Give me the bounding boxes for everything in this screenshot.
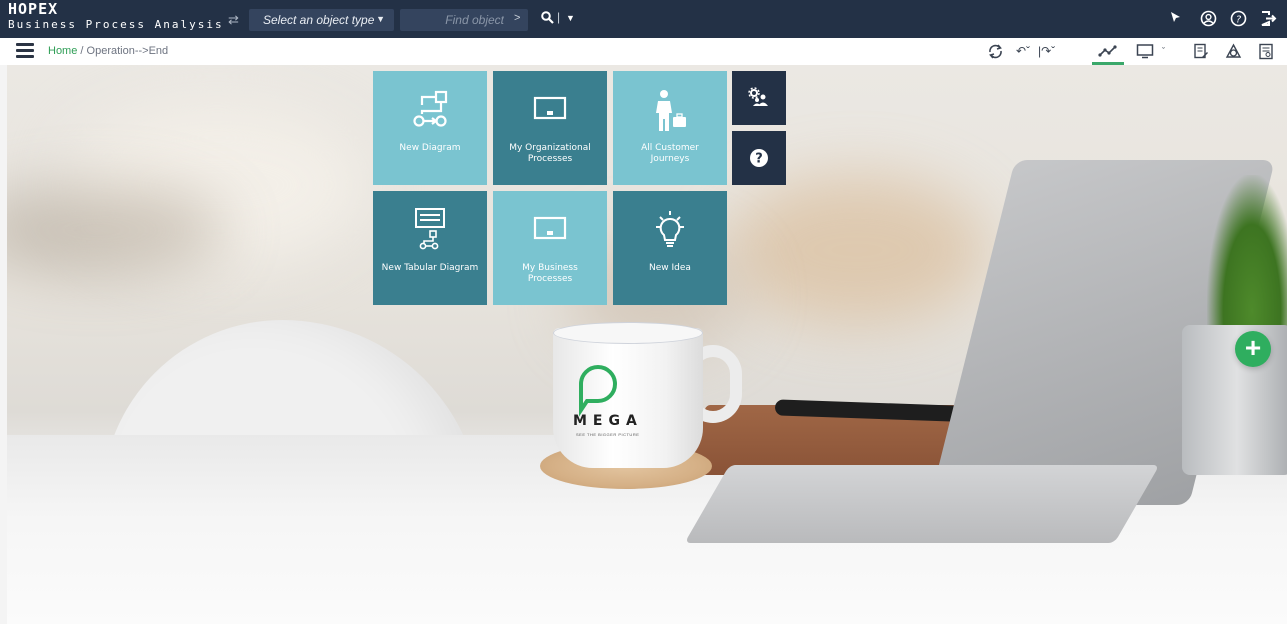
mug-brand-text: MEGA xyxy=(573,413,643,429)
help-tile[interactable]: ? xyxy=(732,131,786,185)
person-briefcase-icon xyxy=(656,90,686,131)
breadcrumb-separator: / xyxy=(80,45,84,57)
undo-icon[interactable]: ↶ˇ xyxy=(1016,44,1030,58)
chevron-down-icon: ▼ xyxy=(376,14,385,24)
redo-icon[interactable]: |↷ˇ xyxy=(1038,44,1055,58)
user-account-icon[interactable] xyxy=(1200,10,1217,32)
plant xyxy=(1207,175,1287,345)
tile-new-idea[interactable]: New Idea xyxy=(613,191,727,305)
chevron-down-icon[interactable]: ˇ xyxy=(1162,46,1165,56)
activity-chart-icon[interactable] xyxy=(1098,44,1118,61)
tile-my-organizational-processes[interactable]: My Organizational Processes xyxy=(493,71,607,185)
swap-icon[interactable]: ⇄ xyxy=(228,12,239,28)
tile-my-business-processes[interactable]: My Business Processes xyxy=(493,191,607,305)
shapes-icon[interactable] xyxy=(1225,43,1242,63)
object-type-label: Select an object type xyxy=(263,13,375,27)
tile-new-tabular-diagram[interactable]: New Tabular Diagram xyxy=(373,191,487,305)
monitor-icon xyxy=(533,96,567,120)
tile-label: My Business Processes xyxy=(522,263,578,284)
mug-tagline: SEE THE BIGGER PICTURE xyxy=(576,432,640,437)
settings-users-tile[interactable] xyxy=(732,71,786,125)
tile-label: New Diagram xyxy=(399,143,461,153)
help-icon: ? xyxy=(750,149,768,167)
refresh-icon[interactable] xyxy=(987,43,1004,63)
svg-text:?: ? xyxy=(1236,15,1242,26)
lightbulb-icon xyxy=(656,211,684,247)
monitor-icon xyxy=(533,216,567,240)
app-logo: HOPEX xyxy=(8,0,59,18)
svg-text:?: ? xyxy=(755,152,763,167)
menu-icon[interactable] xyxy=(16,43,34,59)
laptop-keyboard xyxy=(684,465,1160,543)
tile-label: New Idea xyxy=(649,263,691,273)
top-bar: HOPEX Business Process Analysis ⇄ Select… xyxy=(0,0,1287,38)
help-circle-icon[interactable]: ? xyxy=(1230,10,1247,32)
tile-new-diagram[interactable]: New Diagram xyxy=(373,71,487,185)
find-object-input[interactable] xyxy=(400,9,528,31)
search-options-chevron-icon[interactable]: ▼ xyxy=(566,13,575,23)
mug-rim xyxy=(553,322,703,344)
chevron-right-icon[interactable]: > xyxy=(514,12,520,24)
monitor-icon[interactable] xyxy=(1136,43,1154,62)
tile-all-customer-journeys[interactable]: All Customer Journeys xyxy=(613,71,727,185)
report-icon[interactable] xyxy=(1258,43,1274,63)
app-product-name: Business Process Analysis xyxy=(8,18,224,31)
add-button[interactable]: + xyxy=(1235,331,1271,367)
breadcrumb: Home / Operation-->End xyxy=(48,45,168,57)
pointer-icon[interactable] xyxy=(1168,10,1182,29)
tile-label: All Customer Journeys xyxy=(641,143,699,164)
mega-logo-icon xyxy=(579,365,617,417)
diagram-flow-icon xyxy=(413,90,448,127)
search-separator: | xyxy=(557,10,561,24)
breadcrumb-current: Operation-->End xyxy=(86,45,169,57)
search-icon[interactable] xyxy=(541,11,554,29)
tabular-diagram-icon xyxy=(415,208,445,250)
tile-label: New Tabular Diagram xyxy=(381,263,479,273)
settings-users-icon xyxy=(748,87,768,106)
navigation-bar: Home / Operation-->End ↶ˇ |↷ˇ ˇ xyxy=(0,38,1287,66)
object-type-select[interactable]: Select an object type ▼ xyxy=(249,9,394,31)
tile-label: My Organizational Processes xyxy=(509,143,591,164)
app-brand[interactable]: HOPEX Business Process Analysis xyxy=(8,0,224,31)
logout-icon[interactable] xyxy=(1260,10,1277,32)
edit-document-icon[interactable] xyxy=(1193,43,1209,63)
breadcrumb-home-link[interactable]: Home xyxy=(48,45,77,57)
